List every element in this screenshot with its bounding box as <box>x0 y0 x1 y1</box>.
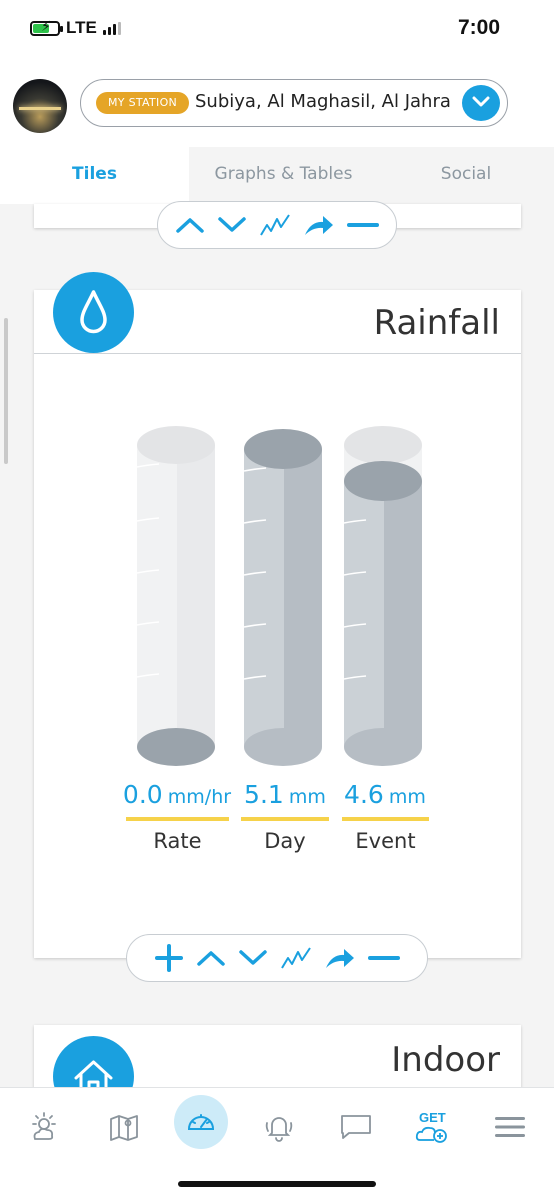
rainfall-tile-controls <box>126 934 428 982</box>
day-label: Day <box>264 829 306 853</box>
app-header: MY STATION Subiya, Al Maghasil, Al Jahra <box>0 60 554 147</box>
nav-menu[interactable] <box>487 1104 533 1150</box>
event-gauge <box>343 426 422 766</box>
menu-icon <box>495 1117 525 1137</box>
nav-chat[interactable] <box>333 1104 379 1150</box>
weather-icon <box>32 1112 56 1140</box>
scroll-indicator[interactable] <box>4 318 8 464</box>
station-avatar[interactable] <box>13 79 67 133</box>
day-underline <box>241 817 329 821</box>
plus-icon[interactable] <box>154 943 184 973</box>
station-dropdown-button[interactable] <box>462 85 500 121</box>
clock: 7:00 <box>457 16 500 39</box>
event-underline <box>342 817 429 821</box>
home-indicator[interactable] <box>178 1181 376 1187</box>
battery-icon: ⚡ <box>30 20 63 36</box>
chat-icon <box>341 1115 371 1139</box>
status-indicators: ⚡ LTE <box>30 18 121 38</box>
nav-dashboard[interactable] <box>174 1095 228 1149</box>
signal-icon <box>102 21 121 35</box>
previous-tile-controls <box>157 201 397 249</box>
chevron-up-icon[interactable] <box>196 949 226 967</box>
minus-icon[interactable] <box>368 955 400 961</box>
chevron-up-icon[interactable] <box>175 216 205 234</box>
rainfall-header-divider <box>34 353 521 354</box>
map-icon <box>110 1115 138 1141</box>
rate-value: 0.0 mm/hr <box>122 780 232 809</box>
share-arrow-icon[interactable] <box>303 213 335 237</box>
chevron-down-icon <box>472 96 490 107</box>
rate-label: Rate <box>153 829 202 853</box>
minus-icon[interactable] <box>347 222 379 228</box>
tab-tiles[interactable]: Tiles <box>0 147 189 204</box>
tab-graphs-tables[interactable]: Graphs & Tables <box>189 147 378 204</box>
nav-weather[interactable] <box>22 1104 68 1150</box>
graph-icon[interactable] <box>280 946 312 970</box>
station-name: Subiya, Al Maghasil, Al Jahra <box>195 91 451 112</box>
chevron-down-icon[interactable] <box>217 216 247 234</box>
station-selector[interactable]: MY STATION Subiya, Al Maghasil, Al Jahra <box>80 79 508 127</box>
graph-icon[interactable] <box>259 213 291 237</box>
dashboard-gauge-icon <box>187 1114 215 1130</box>
event-label: Event <box>355 829 416 853</box>
rainfall-tile-icon <box>53 272 134 353</box>
network-type: LTE <box>66 18 97 37</box>
indoor-title: Indoor <box>391 1040 500 1080</box>
alerts-bell-icon <box>265 1117 293 1142</box>
nav-alerts[interactable] <box>256 1104 302 1150</box>
day-value: 5.1 mm <box>244 780 326 809</box>
my-station-badge: MY STATION <box>96 92 190 114</box>
rate-gauge <box>136 426 215 766</box>
raindrop-icon <box>80 290 107 334</box>
chevron-down-icon[interactable] <box>238 949 268 967</box>
rate-underline <box>126 817 229 821</box>
share-arrow-icon[interactable] <box>324 946 356 970</box>
nav-get[interactable]: GET <box>409 1104 455 1150</box>
tab-bar: Tiles Graphs & Tables Social <box>0 147 554 204</box>
nav-map[interactable] <box>101 1104 147 1150</box>
svg-text:GET: GET <box>419 1110 446 1125</box>
tab-social[interactable]: Social <box>378 147 554 204</box>
rainfall-title: Rainfall <box>373 303 500 343</box>
event-value: 4.6 mm <box>344 780 426 809</box>
day-gauge <box>243 429 322 766</box>
get-cloud-icon: GET <box>415 1110 447 1143</box>
status-bar: ⚡ LTE 7:00 <box>0 0 554 60</box>
